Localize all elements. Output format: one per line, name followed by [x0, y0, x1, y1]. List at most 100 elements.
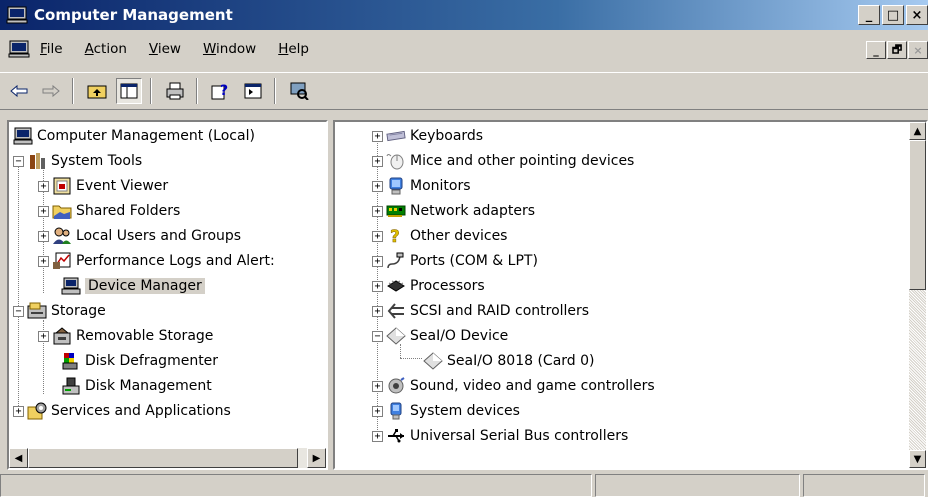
menu-help[interactable]: Help	[278, 41, 309, 57]
tree-item-removable-storage[interactable]: + Removable Storage	[38, 325, 213, 347]
keyboard-icon	[386, 127, 406, 145]
device-label: Keyboards	[410, 128, 484, 144]
tree-item-label: Performance Logs and Alert:	[76, 253, 275, 269]
expand-toggle[interactable]: +	[38, 330, 49, 342]
svg-text:?: ?	[220, 83, 228, 99]
scroll-left-button[interactable]: ◀	[9, 448, 28, 468]
storage-icon	[27, 302, 47, 320]
child-close-button[interactable]: ×	[908, 41, 928, 59]
mouse-icon	[386, 152, 406, 170]
device-label: Universal Serial Bus controllers	[410, 428, 629, 444]
collapse-toggle[interactable]: −	[13, 155, 24, 167]
device-category-keyboards[interactable]: + Keyboards	[372, 125, 483, 147]
sound-icon	[386, 377, 406, 395]
users-icon	[52, 227, 72, 245]
scroll-thumb[interactable]	[28, 448, 298, 468]
device-category-network-adapters[interactable]: + Network adapters	[372, 200, 535, 222]
device-category-processors[interactable]: + Processors	[372, 275, 485, 297]
device-label: Network adapters	[410, 203, 535, 219]
expand-toggle[interactable]: +	[372, 230, 383, 242]
disk-management-icon	[61, 377, 81, 395]
child-restore-button[interactable]: 🗗	[887, 41, 907, 59]
child-minimize-button[interactable]: _	[866, 41, 886, 59]
device-category-system[interactable]: + System devices	[372, 400, 520, 422]
device-label: Processors	[410, 278, 485, 294]
tree-item-device-manager[interactable]: Device Manager	[61, 275, 205, 297]
tree-item-performance-logs[interactable]: + Performance Logs and Alert:	[38, 250, 275, 272]
expand-toggle[interactable]: +	[38, 255, 49, 267]
scroll-up-button[interactable]: ▲	[909, 122, 926, 140]
menu-action[interactable]: Action	[85, 41, 127, 57]
expand-toggle[interactable]: +	[38, 230, 49, 242]
expand-toggle[interactable]: +	[38, 180, 49, 192]
expand-toggle[interactable]: +	[38, 205, 49, 217]
tree-item-label: Shared Folders	[76, 203, 181, 219]
expand-toggle[interactable]: +	[372, 280, 383, 292]
disk-defragmenter-icon	[61, 352, 81, 370]
status-bar	[0, 474, 928, 497]
tree-item-disk-management[interactable]: Disk Management	[61, 375, 212, 397]
scan-hardware-button[interactable]	[286, 78, 312, 104]
device-category-scsi[interactable]: + SCSI and RAID controllers	[372, 300, 589, 322]
expand-toggle[interactable]: +	[372, 380, 383, 392]
properties-button[interactable]	[240, 78, 266, 104]
collapse-toggle[interactable]: −	[372, 330, 383, 342]
menu-window[interactable]: Window	[203, 41, 256, 57]
show-hide-tree-icon	[120, 83, 138, 99]
tree-item-label: Computer Management (Local)	[37, 128, 255, 144]
tree-item-label: Services and Applications	[51, 403, 231, 419]
console-tree-pane[interactable]: Computer Management (Local) − System Too…	[7, 120, 328, 470]
maximize-button[interactable]: □	[882, 5, 904, 25]
collapse-toggle[interactable]: −	[13, 305, 24, 317]
back-button[interactable]	[6, 78, 32, 104]
expand-toggle[interactable]: +	[372, 255, 383, 267]
device-list-pane[interactable]: + Keyboards + Mice and other pointing de…	[333, 120, 928, 470]
tree-item-label: Disk Defragmenter	[85, 353, 219, 369]
device-category-sealio[interactable]: − SeaI/O Device	[372, 325, 508, 347]
device-category-monitors[interactable]: + Monitors	[372, 175, 471, 197]
tree-item-shared-folders[interactable]: + Shared Folders	[38, 200, 180, 222]
device-category-ports[interactable]: + Ports (COM & LPT)	[372, 250, 538, 272]
device-sealio-8018[interactable]: SeaI/O 8018 (Card 0)	[423, 350, 595, 372]
help-button[interactable]: ?	[208, 78, 234, 104]
mdi-child-icon[interactable]	[8, 40, 30, 58]
expand-toggle[interactable]: +	[372, 405, 383, 417]
expand-toggle[interactable]: +	[372, 155, 383, 167]
minimize-button[interactable]: _	[858, 5, 880, 25]
horizontal-scrollbar[interactable]: ◀ ▶	[9, 448, 326, 468]
forward-button[interactable]	[38, 78, 64, 104]
expand-toggle[interactable]: +	[13, 405, 24, 417]
menu-file[interactable]: File	[40, 41, 63, 57]
expand-toggle[interactable]: +	[372, 130, 383, 142]
expand-toggle[interactable]: +	[372, 205, 383, 217]
scroll-thumb[interactable]	[909, 140, 926, 290]
toolbar-separator	[274, 78, 276, 104]
tree-item-storage[interactable]: − Storage	[13, 300, 106, 322]
show-hide-tree-button[interactable]	[116, 78, 142, 104]
expand-toggle[interactable]: +	[372, 430, 383, 442]
menu-view[interactable]: View	[149, 41, 181, 57]
vertical-scrollbar[interactable]: ▲ ▼	[909, 122, 926, 468]
scroll-down-button[interactable]: ▼	[909, 450, 926, 468]
scroll-right-button[interactable]: ▶	[307, 448, 326, 468]
expand-toggle[interactable]: +	[372, 180, 383, 192]
expand-toggle[interactable]: +	[372, 305, 383, 317]
tree-item-label: Disk Management	[85, 378, 212, 394]
device-category-other-devices[interactable]: + ? Other devices	[372, 225, 507, 247]
up-one-level-button[interactable]	[84, 78, 110, 104]
tree-item-services-applications[interactable]: + Services and Applications	[13, 400, 231, 422]
tree-connector	[18, 156, 19, 408]
print-button[interactable]	[162, 78, 188, 104]
tree-item-local-users[interactable]: + Local Users and Groups	[38, 225, 241, 247]
close-button[interactable]: ×	[906, 5, 928, 25]
device-category-mice[interactable]: + Mice and other pointing devices	[372, 150, 634, 172]
title-bar: Computer Management _ □ ×	[0, 0, 928, 30]
sealio-device-icon	[386, 327, 406, 345]
device-category-usb[interactable]: + Universal Serial Bus controllers	[372, 425, 628, 447]
tree-item-disk-defragmenter[interactable]: Disk Defragmenter	[61, 350, 218, 372]
device-category-sound[interactable]: + Sound, video and game controllers	[372, 375, 655, 397]
tree-item-computer-management[interactable]: Computer Management (Local)	[13, 125, 255, 147]
tree-item-label: Removable Storage	[76, 328, 214, 344]
tree-item-event-viewer[interactable]: + Event Viewer	[38, 175, 168, 197]
tree-item-system-tools[interactable]: − System Tools	[13, 150, 142, 172]
